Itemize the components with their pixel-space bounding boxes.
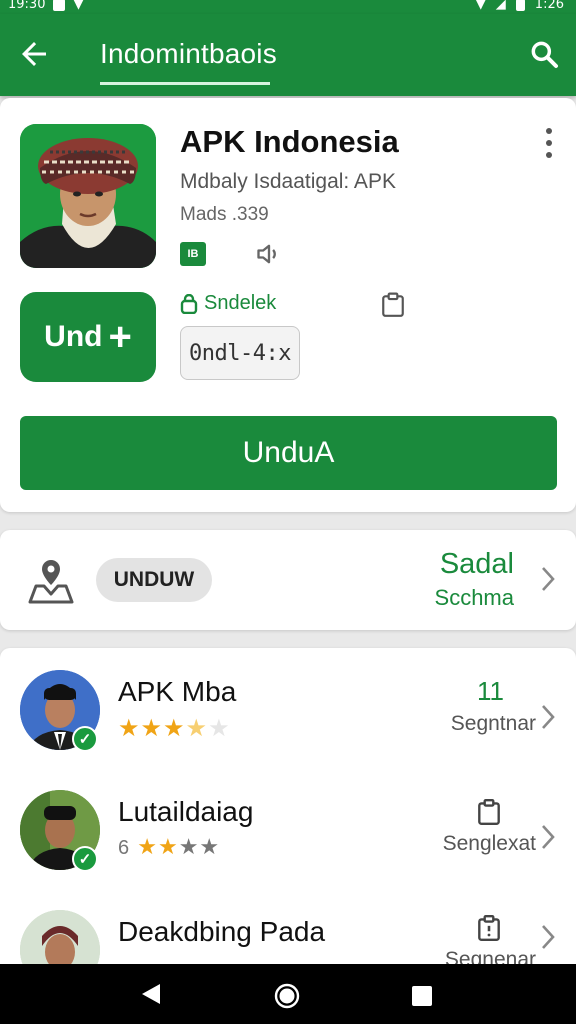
plus-icon: + — [108, 315, 132, 359]
version-field[interactable]: 0ndl-4:x — [180, 326, 300, 380]
install-small-button[interactable]: Und + — [20, 292, 156, 382]
status-time: 19:30 — [8, 0, 46, 12]
signal-icon: ◢ — [495, 0, 506, 12]
battery-icon — [515, 0, 525, 11]
back-arrow-icon[interactable] — [16, 36, 52, 72]
install-small-label: Und — [44, 320, 103, 353]
list-item-name: Lutaildaiag — [118, 796, 254, 827]
content-rating-badge: IB — [180, 242, 206, 266]
chevron-right-icon[interactable] — [538, 564, 558, 594]
chevron-right-icon[interactable] — [538, 822, 558, 852]
info-right-title: Sadal — [439, 548, 514, 580]
rating-prefix: 6 — [118, 837, 131, 859]
list-item[interactable]: ✓ Lutaildaiag 6 ★★★★ Senglexat — [0, 788, 576, 898]
list-item[interactable]: ✓ APK Mba ★★★★★ 11 Segntnar — [0, 668, 576, 778]
app-developer[interactable]: Mdbaly Isdaatigal: APK — [180, 170, 396, 194]
location-person-icon — [28, 560, 74, 604]
info-right-block: Sadal Scchma — [435, 548, 514, 611]
info-row-card[interactable]: UNDUW Sadal Scchma — [0, 530, 576, 630]
app-detail-card: APK Indonesia Mdbaly Isdaatigal: APK Mad… — [0, 98, 576, 512]
rating-stars: ★★★★★ — [118, 715, 231, 742]
home-nav-icon[interactable] — [273, 982, 301, 1010]
status-bar: 19:30 ▼ ▼ ◢ 1:26 — [0, 0, 576, 14]
security-text: Sndelek — [204, 292, 277, 314]
clipboard-icon — [478, 798, 500, 826]
page-title: Indomintbaois — [100, 38, 277, 69]
list-item-name: Deakdbing Pada — [118, 916, 326, 947]
verified-check-icon: ✓ — [72, 846, 98, 872]
top-app-bar: Indomintbaois — [0, 14, 576, 96]
list-item-name: APK Mba — [118, 676, 237, 707]
wifi-icon: ▼ — [475, 0, 486, 12]
lock-icon — [180, 293, 198, 314]
recents-nav-icon[interactable] — [410, 984, 434, 1008]
review-list-card: ✓ APK Mba ★★★★★ 11 Segntnar ✓ Lutaildaia… — [0, 648, 576, 990]
app-meta: Mads .339 — [180, 204, 269, 225]
download-button[interactable]: UnduA — [20, 416, 557, 490]
list-item-label: Senglexat — [442, 832, 536, 855]
system-nav-bar — [0, 964, 576, 1024]
rating-stars: 6 ★★★★ — [118, 834, 221, 859]
clipboard-alert-icon — [478, 914, 500, 942]
clipboard-icon[interactable] — [380, 292, 406, 318]
shield-status-icon: ▼ — [73, 0, 84, 12]
app-icon — [20, 124, 156, 268]
security-label: Sndelek — [180, 292, 276, 315]
verified-check-icon: ✓ — [72, 726, 98, 752]
title-underline — [100, 82, 270, 85]
more-options-icon[interactable] — [544, 128, 554, 158]
chevron-right-icon[interactable] — [538, 922, 558, 952]
notification-icon — [53, 0, 66, 11]
back-nav-icon[interactable] — [138, 981, 164, 1007]
category-pill[interactable]: UNDUW — [96, 558, 212, 602]
speaker-icon — [257, 244, 276, 264]
chevron-right-icon[interactable] — [538, 702, 558, 732]
search-icon[interactable] — [528, 38, 560, 70]
list-item-label: Segntnar — [450, 712, 536, 735]
list-item-count: 11 — [477, 676, 504, 706]
info-right-subtitle: Scchma — [434, 585, 514, 610]
status-clock: 1:26 — [534, 0, 564, 12]
app-name: APK Indonesia — [180, 124, 399, 159]
